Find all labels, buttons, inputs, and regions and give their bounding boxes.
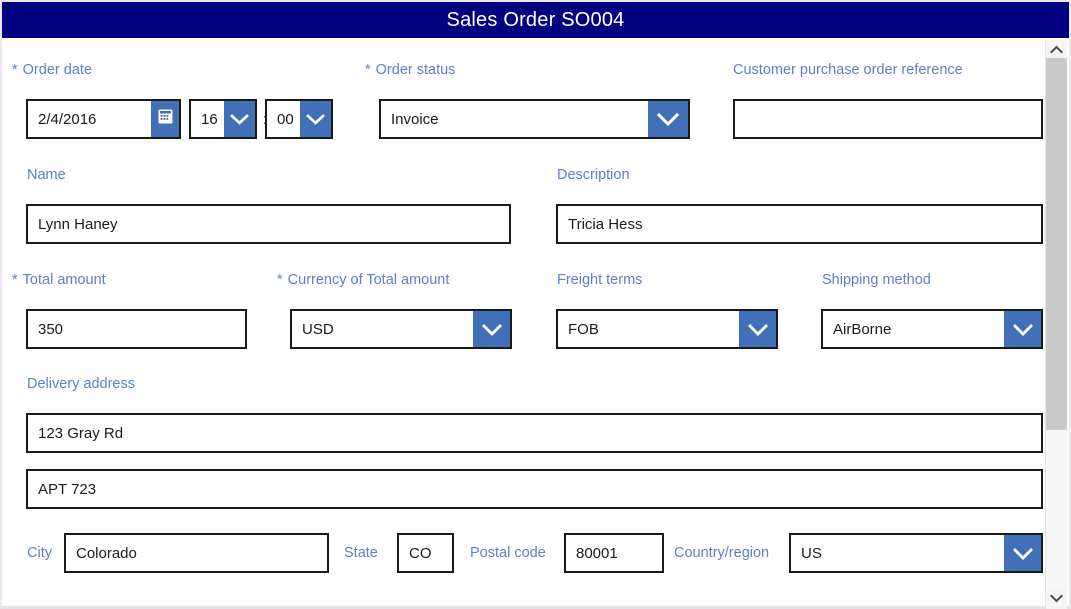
description-field[interactable]: Tricia Hess: [556, 204, 1043, 244]
order-time-hour-field[interactable]: 16: [189, 99, 257, 139]
delivery-address-line2-value[interactable]: APT 723: [28, 481, 96, 498]
shipping-method-label-text: Shipping method: [822, 272, 931, 288]
description-label-text: Description: [557, 167, 630, 183]
name-value[interactable]: Lynn Haney: [28, 216, 118, 233]
required-asterisk: *: [277, 272, 283, 288]
description-label: Description: [557, 167, 630, 183]
order-status-dropdown-button[interactable]: [648, 101, 688, 137]
currency-field[interactable]: USD: [290, 309, 512, 349]
chevron-down-icon: [1012, 322, 1034, 337]
delivery-address-label: Delivery address: [27, 376, 135, 392]
chevron-up-icon: [1050, 45, 1063, 54]
order-status-value[interactable]: Invoice: [381, 101, 648, 137]
currency-label-text: Currency of Total amount: [287, 272, 450, 288]
vertical-scrollbar[interactable]: [1045, 40, 1067, 609]
chevron-down-icon: [230, 113, 249, 126]
scroll-up-button[interactable]: [1046, 40, 1067, 58]
total-amount-value[interactable]: 350: [28, 321, 63, 338]
description-value[interactable]: Tricia Hess: [558, 216, 642, 233]
delivery-address-line2-field[interactable]: APT 723: [26, 469, 1043, 509]
customer-po-reference-label-text: Customer purchase order reference: [733, 62, 963, 78]
order-time-hour-value[interactable]: 16: [191, 101, 224, 137]
order-time-minute-value[interactable]: 00: [267, 101, 300, 137]
order-time-hour-dropdown-button[interactable]: [224, 101, 255, 137]
delivery-address-line1-field[interactable]: 123 Gray Rd: [26, 413, 1043, 453]
shipping-method-field[interactable]: AirBorne: [821, 309, 1043, 349]
postal-code-label-text: Postal code: [470, 545, 546, 561]
state-field[interactable]: CO: [397, 533, 454, 573]
freight-terms-value[interactable]: FOB: [558, 311, 739, 347]
total-amount-label: * Total amount: [12, 272, 106, 288]
freight-terms-field[interactable]: FOB: [556, 309, 778, 349]
currency-dropdown-button[interactable]: [473, 311, 510, 347]
currency-label: * Currency of Total amount: [277, 272, 449, 288]
order-status-field[interactable]: Invoice: [379, 99, 690, 139]
sales-order-window: Sales Order SO004 *Order date 2/4/2016: [0, 0, 1071, 609]
customer-po-reference-label: Customer purchase order reference: [733, 62, 963, 78]
scrollbar-thumb[interactable]: [1046, 58, 1067, 430]
required-asterisk: *: [365, 62, 371, 78]
order-date-field[interactable]: 2/4/2016: [26, 99, 181, 139]
city-value[interactable]: Colorado: [66, 545, 137, 562]
total-amount-field[interactable]: 350: [26, 309, 247, 349]
scroll-down-button[interactable]: [1046, 589, 1067, 607]
city-field[interactable]: Colorado: [64, 533, 329, 573]
freight-terms-label: Freight terms: [557, 272, 642, 288]
chevron-down-icon: [306, 113, 325, 126]
chevron-down-icon: [1012, 546, 1034, 561]
calendar-icon: [158, 109, 173, 129]
page-title: Sales Order SO004: [446, 8, 625, 31]
delivery-address-label-text: Delivery address: [27, 376, 135, 392]
country-region-label: Country/region: [674, 545, 769, 561]
required-asterisk: *: [12, 272, 18, 288]
order-status-label-text: Order status: [375, 62, 456, 78]
state-label-text: State: [344, 545, 378, 561]
scrollbar-track[interactable]: [1046, 58, 1067, 589]
chevron-down-icon: [656, 111, 680, 127]
order-date-label: * Order date: [12, 62, 92, 78]
freight-terms-label-text: Freight terms: [557, 272, 643, 288]
city-label-text: City: [27, 545, 52, 561]
country-region-field[interactable]: US: [789, 533, 1043, 573]
country-region-label-text: Country/region: [674, 545, 770, 561]
calendar-picker-button[interactable]: [151, 101, 179, 137]
country-region-value[interactable]: US: [791, 535, 1004, 571]
city-label: City: [27, 545, 52, 561]
postal-code-value[interactable]: 80001: [566, 545, 618, 562]
shipping-method-value[interactable]: AirBorne: [823, 311, 1004, 347]
shipping-method-label: Shipping method: [822, 272, 931, 288]
order-time-minute-dropdown-button[interactable]: [300, 101, 331, 137]
chevron-down-icon: [1050, 594, 1063, 603]
order-time-minute-field[interactable]: 00: [265, 99, 333, 139]
postal-code-label: Postal code: [470, 545, 546, 561]
state-value[interactable]: CO: [399, 545, 432, 562]
name-label: Name: [27, 167, 66, 183]
chevron-down-icon: [481, 322, 503, 337]
country-region-dropdown-button[interactable]: [1004, 535, 1041, 571]
chevron-down-icon: [747, 322, 769, 337]
total-amount-label-text: Total amount: [22, 272, 106, 288]
required-asterisk: *: [12, 62, 18, 78]
currency-value[interactable]: USD: [292, 311, 473, 347]
window-title-bar: Sales Order SO004: [2, 2, 1069, 38]
state-label: State: [344, 545, 378, 561]
order-date-label-text: Order date: [22, 62, 92, 78]
customer-po-reference-field[interactable]: [733, 99, 1043, 139]
freight-terms-dropdown-button[interactable]: [739, 311, 776, 347]
delivery-address-line1-value[interactable]: 123 Gray Rd: [28, 425, 123, 442]
shipping-method-dropdown-button[interactable]: [1004, 311, 1041, 347]
postal-code-field[interactable]: 80001: [564, 533, 664, 573]
name-field[interactable]: Lynn Haney: [26, 204, 511, 244]
sales-order-form: * Order date 2/4/2016 16 00 * Order stat…: [2, 38, 1045, 606]
name-label-text: Name: [27, 167, 66, 183]
order-date-value[interactable]: 2/4/2016: [28, 101, 151, 137]
order-status-label: * Order status: [365, 62, 455, 78]
